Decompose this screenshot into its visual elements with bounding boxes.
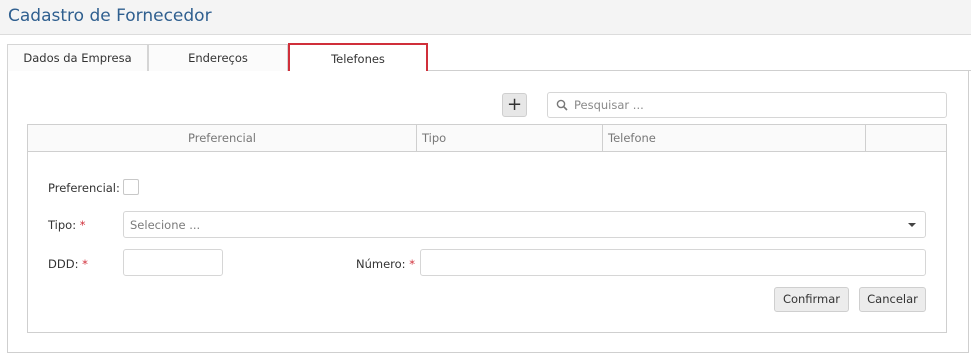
- column-header-actions: [866, 125, 946, 152]
- numero-label-text: Número:: [356, 257, 406, 271]
- ddd-input[interactable]: [123, 249, 223, 276]
- preferencial-checkbox[interactable]: [123, 179, 139, 195]
- confirm-button[interactable]: Confirmar: [774, 287, 849, 312]
- column-header-tipo[interactable]: Tipo: [417, 125, 603, 152]
- required-mark: *: [409, 257, 415, 271]
- required-mark: *: [82, 257, 88, 271]
- tab-bar: Dados da Empresa Endereços Telefones: [7, 43, 971, 75]
- numero-input[interactable]: [420, 249, 926, 276]
- page-title: Cadastro de Fornecedor: [8, 6, 212, 26]
- chevron-down-icon: [908, 223, 916, 227]
- tab-dados-da-empresa[interactable]: Dados da Empresa: [7, 44, 148, 71]
- page-header: Cadastro de Fornecedor: [0, 0, 971, 35]
- required-mark: *: [79, 218, 86, 232]
- ddd-label: DDD: *: [48, 257, 88, 271]
- add-phone-button[interactable]: +: [502, 93, 527, 117]
- ddd-label-text: DDD:: [48, 257, 79, 271]
- column-header-telefone[interactable]: Telefone: [603, 125, 866, 152]
- tipo-label-text: Tipo:: [48, 218, 77, 232]
- tab-enderecos[interactable]: Endereços: [148, 44, 288, 71]
- table-header: Preferencial Tipo Telefone: [28, 125, 946, 152]
- preferencial-label: Preferencial:: [48, 181, 120, 195]
- numero-label: Número: *: [356, 257, 415, 271]
- tipo-label: Tipo: *: [48, 218, 85, 232]
- search-icon: [556, 99, 568, 111]
- column-header-preferencial[interactable]: Preferencial: [28, 125, 417, 152]
- tipo-select-value: Selecione ...: [130, 218, 201, 232]
- cancel-button[interactable]: Cancelar: [859, 287, 926, 312]
- search-box[interactable]: [547, 92, 947, 118]
- tipo-select[interactable]: Selecione ...: [123, 211, 926, 238]
- search-input[interactable]: [572, 96, 932, 114]
